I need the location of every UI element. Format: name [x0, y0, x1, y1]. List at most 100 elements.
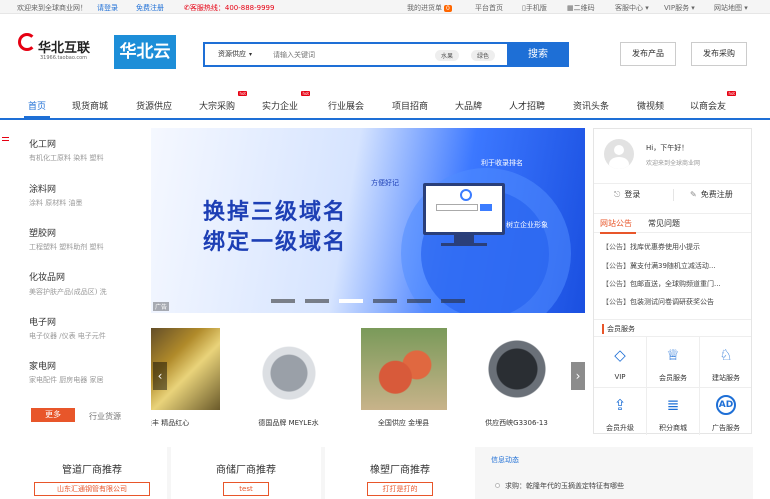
service-points-mall[interactable]: ≣ 积分商城 — [647, 389, 699, 439]
nav-item-video[interactable]: 微视频 — [637, 99, 664, 112]
nav-item-bulk-purchase[interactable]: 大宗采购 hot — [199, 91, 248, 112]
badge-icon: ♘ — [719, 346, 733, 364]
nav-item-supply[interactable]: 货源供应 — [136, 99, 172, 112]
category-subs[interactable]: 电子仪器 /仪表 电子元件 — [29, 331, 106, 341]
news-title: 信息动态 — [491, 456, 519, 464]
product-card[interactable]: 供应西峡G3306-13 — [469, 322, 564, 434]
logo-mark[interactable] — [18, 33, 36, 51]
services-header: 会员服务 — [594, 319, 751, 337]
logo-text[interactable]: 华北互联 — [38, 37, 90, 56]
publish-purchase-button[interactable]: 发布采购 — [691, 42, 747, 66]
medal-icon: ♕ — [666, 346, 680, 364]
service-member[interactable]: ♕ 会员服务 — [647, 339, 699, 389]
nav-item-business-club[interactable]: 以商会友 hot — [690, 91, 737, 112]
database-icon: ≣ — [666, 396, 680, 414]
tab-faq[interactable]: 常见问题 — [648, 218, 680, 229]
category-title[interactable]: 化妆品网 — [29, 270, 65, 283]
topbar-link-vip[interactable]: VIP服务 ▾ — [664, 3, 695, 13]
topbar-link-home[interactable]: 平台首页 — [475, 3, 503, 13]
search-input[interactable] — [273, 48, 423, 62]
category-title[interactable]: 塑胶网 — [29, 226, 56, 239]
panel-register-button[interactable]: ✎ 免费注册 — [690, 189, 733, 200]
banner-search-button — [480, 204, 492, 211]
main-nav: 首页 现货商城 货源供应 大宗采购 hot 实力企业 hot 行业展会 项目招商 大… — [0, 90, 770, 120]
banner-search-bar — [436, 204, 478, 211]
carousel-dot[interactable] — [271, 299, 295, 303]
menu-icon[interactable] — [2, 137, 9, 141]
notice-item[interactable]: 【公告】包装测试问卷调研获奖公告 — [602, 297, 750, 307]
login-link[interactable]: 请登录 — [97, 3, 118, 13]
category-subs[interactable]: 有机化工原料 染料 塑料 — [29, 153, 103, 163]
nav-item-enterprise[interactable]: 实力企业 hot — [262, 91, 311, 112]
more-categories-button[interactable]: 更多 — [31, 408, 75, 422]
panel-login-button[interactable]: ⎋ 登录 — [614, 189, 640, 200]
diamond-icon: ◇ — [614, 346, 626, 364]
carousel-dot[interactable] — [339, 299, 363, 303]
hot-badge: hot — [238, 91, 248, 96]
notice-item[interactable]: 【公告】冀支付满39随机立减活动... — [602, 261, 750, 271]
category-subs[interactable]: 家电配件 厨房电器 家居 — [29, 375, 103, 385]
product-caption: 隆丰 精品红心 — [151, 419, 190, 427]
nav-active-indicator — [24, 116, 50, 118]
logo-cloud[interactable]: 华北云 — [114, 35, 176, 69]
product-card[interactable]: 全国供应 金埋县 — [356, 322, 451, 434]
topbar-link-mobile[interactable]: ▯手机版 — [522, 3, 547, 13]
monitor-icon — [423, 183, 505, 235]
register-link[interactable]: 免费注册 — [136, 3, 164, 13]
nav-item-news[interactable]: 资讯头条 — [573, 99, 609, 112]
service-ads[interactable]: AD 广告服务 — [700, 389, 752, 439]
banner-note: 利于收录排名 — [481, 159, 523, 167]
carousel-next-button[interactable]: › — [571, 362, 585, 390]
category-subs[interactable]: 涂料 原材料 油墨 — [29, 198, 82, 208]
carousel-dot[interactable] — [373, 299, 397, 303]
nav-item-jobs[interactable]: 人才招聘 — [509, 99, 545, 112]
product-caption: 全国供应 金埋县 — [377, 419, 430, 427]
nav-item-exhibition[interactable]: 行业展会 — [328, 99, 364, 112]
carousel-prev-button[interactable]: ‹ — [153, 362, 167, 390]
search-button[interactable]: 搜索 — [507, 42, 569, 67]
rec-company-tag[interactable]: 山东汇通钢管有限公司 — [34, 482, 150, 496]
publish-product-button[interactable]: 发布产品 — [620, 42, 676, 66]
nav-item-investment[interactable]: 项目招商 — [392, 99, 428, 112]
greeting: Hi，下午好！ — [646, 144, 689, 152]
rec-title: 商储厂商推荐 — [216, 465, 276, 476]
carousel-dot[interactable] — [407, 299, 431, 303]
notice-item[interactable]: 【公告】包邮直送，全球购频道重门... — [602, 279, 750, 289]
category-subs[interactable]: 美容护肤产品(成品区) 洗 — [29, 287, 107, 297]
tab-announcements[interactable]: 网站公告 — [600, 218, 632, 229]
cart-link[interactable]: 我的进货单 0 — [407, 3, 452, 13]
rec-company-tag[interactable]: test — [223, 482, 269, 496]
search-tag[interactable]: 水果 — [435, 50, 460, 61]
banner-note: 方便好记 — [371, 179, 399, 187]
search-tag[interactable]: 绿色 — [471, 50, 496, 61]
rec-company-tag[interactable]: 打打是打的 — [367, 482, 433, 496]
tab-active-indicator — [600, 232, 636, 234]
carousel-dot[interactable] — [305, 299, 329, 303]
nav-item-home[interactable]: 首页 — [28, 99, 46, 112]
carousel-dot[interactable] — [441, 299, 465, 303]
category-title[interactable]: 涂料网 — [29, 182, 56, 195]
category-title[interactable]: 电子网 — [29, 315, 56, 328]
topbar-link-sitemap[interactable]: 网站地图 ▾ — [714, 3, 748, 13]
topbar-link-qrcode[interactable]: ▦二维码 — [567, 3, 595, 13]
nav-item-mall[interactable]: 现货商城 — [72, 99, 108, 112]
service-upgrade[interactable]: ⇪ 会员升级 — [594, 389, 646, 439]
service-vip[interactable]: ◇ VIP — [594, 339, 646, 389]
hero-banner[interactable]: 换掉三级域名 绑定一级域名 方便好记 利于收录排名 树立企业形象 广告 — [151, 128, 585, 313]
banner-headline: 换掉三级域名 — [203, 200, 348, 225]
nav-item-brands[interactable]: 大品牌 — [455, 99, 482, 112]
category-title[interactable]: 家电网 — [29, 359, 56, 372]
topbar-link-service[interactable]: 客服中心 ▾ — [615, 3, 649, 13]
service-site-building[interactable]: ♘ 建站服务 — [700, 339, 752, 389]
qrcode-icon: ▦ — [567, 4, 574, 12]
avatar[interactable] — [604, 139, 634, 169]
category-title[interactable]: 化工网 — [29, 137, 56, 150]
news-item[interactable]: 求购：乾隆年代的玉摘盖定特征有哪些 — [505, 481, 624, 491]
hot-badge: hot — [301, 91, 311, 96]
more-categories-text[interactable]: 行业货源 — [89, 411, 121, 422]
product-card[interactable]: 德国品牌 MEYLE水 — [241, 322, 336, 434]
monitor-stand — [454, 235, 474, 243]
notice-item[interactable]: 【公告】找库优惠券使用小提示 — [602, 242, 750, 252]
category-subs[interactable]: 工程塑料 塑料助剂 塑料 — [29, 242, 103, 252]
search-category-select[interactable]: 资源供应 ▾ — [218, 49, 252, 59]
